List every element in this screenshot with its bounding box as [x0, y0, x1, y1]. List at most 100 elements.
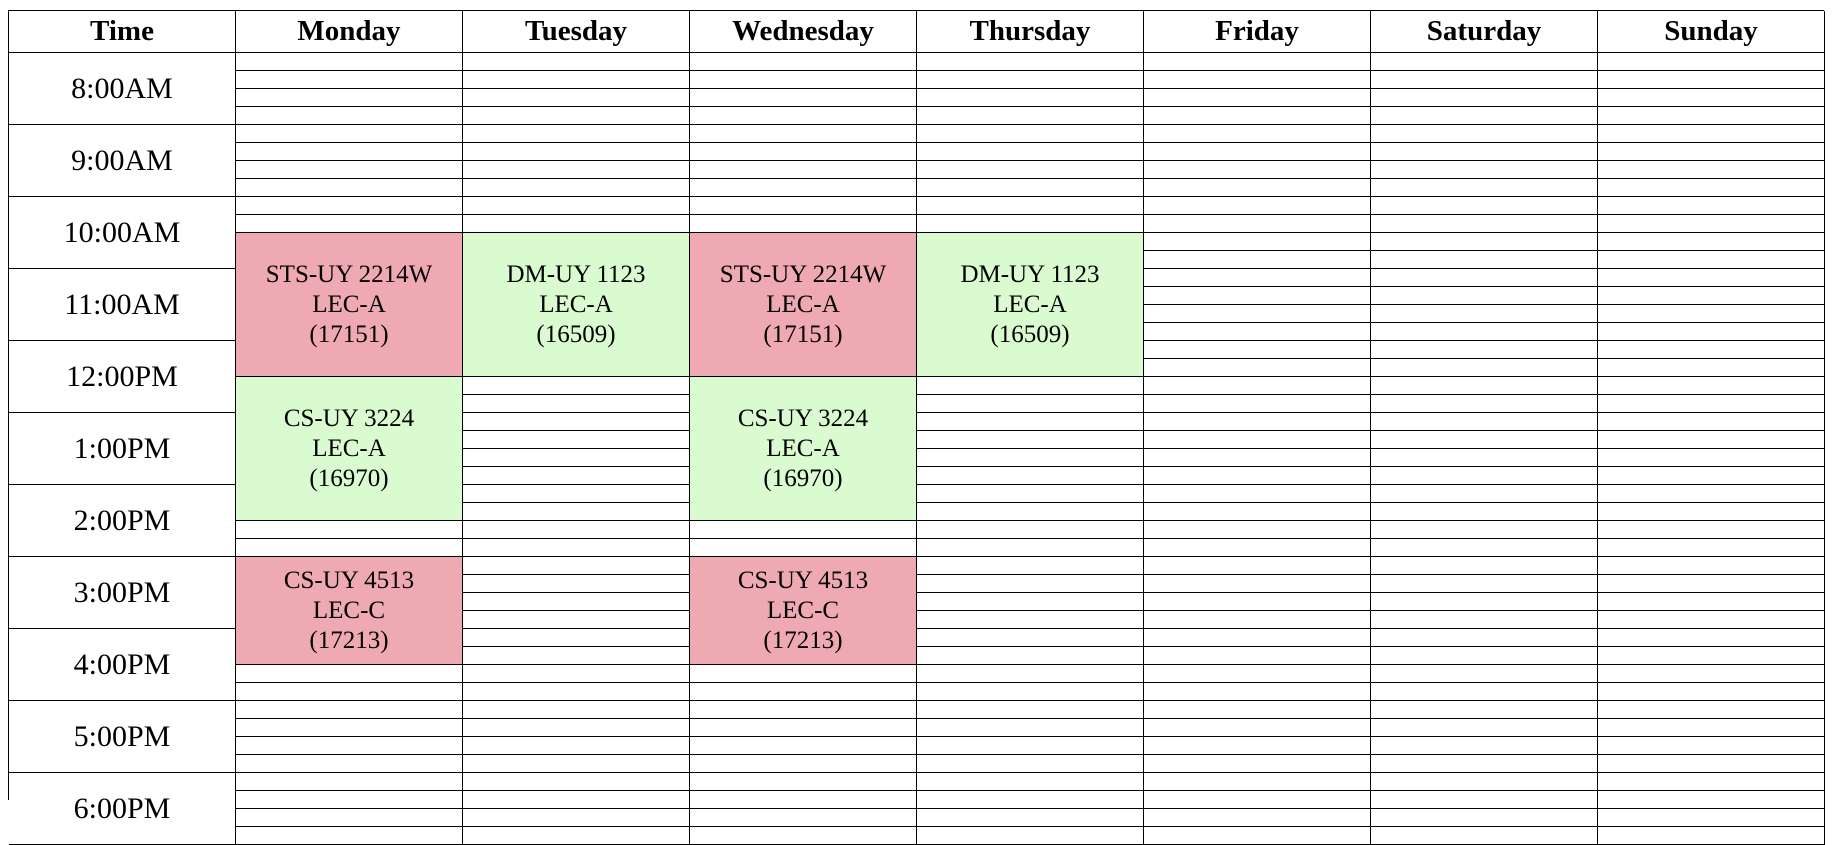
time-slot[interactable] [1144, 215, 1371, 233]
time-slot[interactable] [1144, 575, 1371, 593]
time-slot[interactable] [1144, 701, 1371, 719]
time-slot[interactable] [917, 449, 1144, 467]
time-slot[interactable] [463, 395, 690, 413]
time-slot[interactable] [1144, 143, 1371, 161]
time-slot[interactable] [917, 125, 1144, 143]
time-slot[interactable] [463, 125, 690, 143]
time-slot[interactable] [463, 647, 690, 665]
time-slot[interactable] [917, 395, 1144, 413]
time-slot[interactable] [690, 827, 917, 845]
time-slot[interactable] [1144, 377, 1371, 395]
time-slot[interactable] [1598, 125, 1825, 143]
time-slot[interactable] [1144, 791, 1371, 809]
time-slot[interactable] [1371, 125, 1598, 143]
time-slot[interactable] [1598, 683, 1825, 701]
time-slot[interactable] [1598, 809, 1825, 827]
time-slot[interactable] [1144, 125, 1371, 143]
time-slot[interactable] [463, 755, 690, 773]
time-slot[interactable] [917, 71, 1144, 89]
time-slot[interactable] [917, 521, 1144, 539]
time-slot[interactable] [917, 53, 1144, 71]
time-slot[interactable] [1371, 395, 1598, 413]
time-slot[interactable] [1598, 611, 1825, 629]
time-slot[interactable] [1371, 251, 1598, 269]
time-slot[interactable] [1598, 269, 1825, 287]
time-slot[interactable] [1144, 503, 1371, 521]
time-slot[interactable] [1598, 737, 1825, 755]
time-slot[interactable] [1371, 809, 1598, 827]
time-slot[interactable] [690, 539, 917, 557]
time-slot[interactable] [917, 665, 1144, 683]
time-slot[interactable] [917, 161, 1144, 179]
time-slot[interactable] [1598, 755, 1825, 773]
time-slot[interactable] [690, 809, 917, 827]
time-slot[interactable] [690, 773, 917, 791]
time-slot[interactable] [1371, 611, 1598, 629]
time-slot[interactable] [1598, 323, 1825, 341]
time-slot[interactable] [463, 377, 690, 395]
time-slot[interactable] [1371, 341, 1598, 359]
time-slot[interactable] [1598, 467, 1825, 485]
time-slot[interactable] [1598, 413, 1825, 431]
time-slot[interactable] [690, 125, 917, 143]
time-slot[interactable] [1598, 719, 1825, 737]
time-slot[interactable] [1144, 485, 1371, 503]
course-block[interactable]: STS-UY 2214W LEC-A (17151) [236, 233, 463, 377]
time-slot[interactable] [1598, 53, 1825, 71]
time-slot[interactable] [917, 377, 1144, 395]
time-slot[interactable] [917, 143, 1144, 161]
time-slot[interactable] [1144, 395, 1371, 413]
time-slot[interactable] [1371, 575, 1598, 593]
time-slot[interactable] [463, 521, 690, 539]
time-slot[interactable] [917, 467, 1144, 485]
time-slot[interactable] [1371, 89, 1598, 107]
time-slot[interactable] [1598, 161, 1825, 179]
time-slot[interactable] [236, 737, 463, 755]
time-slot[interactable] [1371, 719, 1598, 737]
time-slot[interactable] [1598, 107, 1825, 125]
time-slot[interactable] [1598, 71, 1825, 89]
time-slot[interactable] [1598, 449, 1825, 467]
course-block[interactable]: CS-UY 4513 LEC-C (17213) [236, 557, 463, 665]
time-slot[interactable] [690, 665, 917, 683]
time-slot[interactable] [236, 539, 463, 557]
time-slot[interactable] [236, 683, 463, 701]
time-slot[interactable] [917, 179, 1144, 197]
time-slot[interactable] [1144, 737, 1371, 755]
time-slot[interactable] [917, 773, 1144, 791]
time-slot[interactable] [1144, 359, 1371, 377]
time-slot[interactable] [236, 53, 463, 71]
time-slot[interactable] [1144, 557, 1371, 575]
time-slot[interactable] [463, 485, 690, 503]
time-slot[interactable] [1598, 377, 1825, 395]
time-slot[interactable] [690, 521, 917, 539]
time-slot[interactable] [1598, 647, 1825, 665]
time-slot[interactable] [690, 53, 917, 71]
time-slot[interactable] [917, 431, 1144, 449]
time-slot[interactable] [1598, 233, 1825, 251]
time-slot[interactable] [917, 485, 1144, 503]
time-slot[interactable] [463, 557, 690, 575]
time-slot[interactable] [1598, 665, 1825, 683]
time-slot[interactable] [1144, 107, 1371, 125]
time-slot[interactable] [917, 755, 1144, 773]
time-slot[interactable] [1144, 719, 1371, 737]
time-slot[interactable] [1144, 287, 1371, 305]
time-slot[interactable] [1144, 773, 1371, 791]
time-slot[interactable] [1371, 485, 1598, 503]
time-slot[interactable] [690, 161, 917, 179]
time-slot[interactable] [917, 647, 1144, 665]
time-slot[interactable] [1598, 593, 1825, 611]
time-slot[interactable] [236, 755, 463, 773]
time-slot[interactable] [1598, 827, 1825, 845]
time-slot[interactable] [917, 197, 1144, 215]
time-slot[interactable] [1144, 647, 1371, 665]
time-slot[interactable] [236, 701, 463, 719]
time-slot[interactable] [1371, 53, 1598, 71]
time-slot[interactable] [1371, 215, 1598, 233]
time-slot[interactable] [1144, 269, 1371, 287]
time-slot[interactable] [463, 161, 690, 179]
time-slot[interactable] [1144, 413, 1371, 431]
time-slot[interactable] [1598, 341, 1825, 359]
time-slot[interactable] [236, 89, 463, 107]
